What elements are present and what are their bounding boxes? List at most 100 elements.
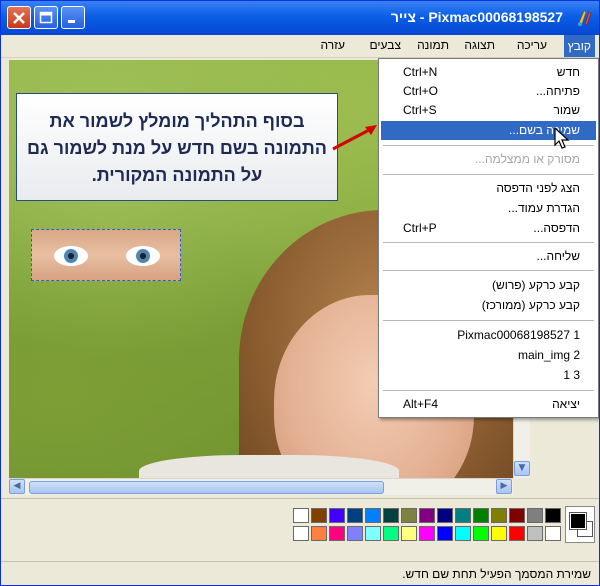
palette-color-swatch[interactable] (419, 526, 435, 541)
palette-color-swatch[interactable] (473, 526, 489, 541)
menu-view[interactable]: תצוגה (464, 38, 495, 52)
palette-color-swatch[interactable] (509, 508, 525, 523)
menu-separator (383, 242, 594, 243)
palette-color-swatch[interactable] (311, 508, 327, 523)
palette-color-swatch[interactable] (329, 508, 345, 523)
menu-separator (383, 390, 594, 391)
scroll-left-button[interactable]: ◀ (9, 479, 25, 494)
menu-item-open[interactable]: פתיחה... Ctrl+O (381, 82, 596, 101)
palette-color-swatch[interactable] (401, 526, 417, 541)
paint-window: Pixmac00068198527 - צייר קובץ עריכה תצוג… (0, 0, 600, 586)
palette-color-swatch[interactable] (545, 508, 561, 523)
foreground-color-swatch[interactable] (569, 512, 587, 530)
callout-arrow-icon (332, 125, 377, 151)
palette-color-swatch[interactable] (365, 526, 381, 541)
scroll-down-button[interactable]: ▼ (514, 461, 530, 476)
menu-bar: קובץ עריכה תצוגה תמונה צבעים עזרה (1, 35, 599, 58)
scroll-right-button[interactable]: ▶ (496, 479, 512, 494)
menu-item-shortcut: Ctrl+P (403, 221, 437, 235)
palette-color-swatch[interactable] (293, 526, 309, 541)
instruction-callout: בסוף התהליך מומלץ לשמור את התמונה בשם חד… (16, 93, 338, 201)
photo-shirt (139, 455, 399, 478)
menu-item-label: הגדרת עמוד... (507, 201, 580, 215)
window-title: Pixmac00068198527 - צייר (390, 9, 563, 25)
menu-item-wallpaper-centered[interactable]: קבע כרקע (ממורכז) (381, 296, 596, 315)
title-bar[interactable]: Pixmac00068198527 - צייר (1, 1, 599, 35)
menu-item-label: חדש (556, 65, 580, 79)
menu-item-recent-1[interactable]: Pixmac00068198527 1 (381, 326, 596, 345)
minimize-icon (68, 20, 75, 23)
palette-color-swatch[interactable] (491, 508, 507, 523)
palette-color-swatch[interactable] (347, 508, 363, 523)
menu-separator (383, 270, 594, 271)
horizontal-scroll-thumb[interactable] (29, 481, 384, 494)
eye-selection[interactable] (31, 229, 181, 281)
menu-item-label: פתיחה... (536, 84, 580, 98)
close-button[interactable] (7, 6, 31, 29)
palette-color-swatch[interactable] (545, 526, 561, 541)
menu-item-label: מסורק או ממצלמה... (474, 152, 580, 166)
menu-item-send[interactable]: שליחה... (381, 247, 596, 266)
palette-color-swatch[interactable] (419, 508, 435, 523)
palette-color-swatch[interactable] (347, 526, 363, 541)
menu-item-print[interactable]: הדפסה... Ctrl+P (381, 219, 596, 238)
maximize-button[interactable] (34, 6, 58, 29)
palette-color-swatch[interactable] (437, 526, 453, 541)
menu-separator (383, 320, 594, 321)
palette-color-swatch[interactable] (509, 526, 525, 541)
minimize-button[interactable] (61, 6, 85, 29)
palette-color-swatch[interactable] (383, 508, 399, 523)
menu-separator (383, 174, 594, 175)
palette-color-swatch[interactable] (401, 508, 417, 523)
menu-image[interactable]: תמונה (417, 38, 449, 52)
menu-edit[interactable]: עריכה (517, 38, 547, 52)
palette-color-swatch[interactable] (293, 508, 309, 523)
menu-item-label: Pixmac00068198527 1 (457, 328, 580, 342)
menu-colors[interactable]: צבעים (370, 38, 401, 52)
menu-item-recent-3[interactable]: 1 3 (381, 366, 596, 385)
horizontal-scrollbar[interactable]: ◀ ▶ (9, 478, 513, 495)
left-eye (54, 246, 88, 266)
palette-color-swatch[interactable] (311, 526, 327, 541)
paint-app-icon (578, 10, 592, 26)
menu-item-exit[interactable]: יציאה Alt+F4 (381, 395, 596, 414)
menu-item-label: הצג לפני הדפסה (496, 181, 580, 195)
palette-color-swatch[interactable] (491, 526, 507, 541)
menu-item-label: main_img 2 (517, 348, 580, 362)
menu-help[interactable]: עזרה (320, 38, 345, 52)
palette-color-swatch[interactable] (329, 526, 345, 541)
palette-color-swatch[interactable] (455, 526, 471, 541)
palette-color-swatch[interactable] (437, 508, 453, 523)
menu-item-wallpaper-tiled[interactable]: קבע כרקע (פרוש) (381, 276, 596, 295)
menu-item-print-preview[interactable]: הצג לפני הדפסה (381, 179, 596, 198)
menu-item-shortcut: Ctrl+O (403, 84, 439, 98)
palette-color-swatch[interactable] (527, 526, 543, 541)
mouse-cursor-icon (554, 127, 570, 149)
maximize-icon (39, 11, 53, 24)
current-colors[interactable] (565, 506, 595, 543)
palette-color-swatch[interactable] (365, 508, 381, 523)
status-bar: שמירת המסמך הפעיל תחת שם חדש. (1, 561, 599, 585)
menu-item-page-setup[interactable]: הגדרת עמוד... (381, 199, 596, 218)
menu-item-label: 1 3 (563, 368, 580, 382)
menu-item-shortcut: Ctrl+S (403, 103, 437, 117)
menu-item-shortcut: Ctrl+N (403, 65, 438, 79)
menu-item-new[interactable]: חדש Ctrl+N (381, 63, 596, 82)
menu-item-scanner: מסורק או ממצלמה... (381, 150, 596, 169)
menu-item-label: יציאה (552, 397, 580, 411)
menu-item-recent-2[interactable]: main_img 2 (381, 346, 596, 365)
right-eye (126, 246, 160, 266)
palette-color-swatch[interactable] (383, 526, 399, 541)
menu-file[interactable]: קובץ (563, 35, 595, 57)
menu-item-label: קבע כרקע (ממורכז) (481, 298, 580, 312)
palette-color-swatch[interactable] (473, 508, 489, 523)
palette-color-swatch[interactable] (455, 508, 471, 523)
menu-item-label: שליחה... (536, 249, 581, 263)
palette-color-swatch[interactable] (527, 508, 543, 523)
menu-item-label: הדפסה... (533, 221, 580, 235)
menu-item-save[interactable]: שמור Ctrl+S (381, 101, 596, 120)
file-menu-dropdown: חדש Ctrl+N פתיחה... Ctrl+O שמור Ctrl+S ש… (378, 58, 599, 418)
callout-text: בסוף התהליך מומלץ לשמור את התמונה בשם חד… (27, 111, 327, 185)
close-icon (13, 12, 25, 24)
status-text: שמירת המסמך הפעיל תחת שם חדש. (402, 567, 591, 581)
